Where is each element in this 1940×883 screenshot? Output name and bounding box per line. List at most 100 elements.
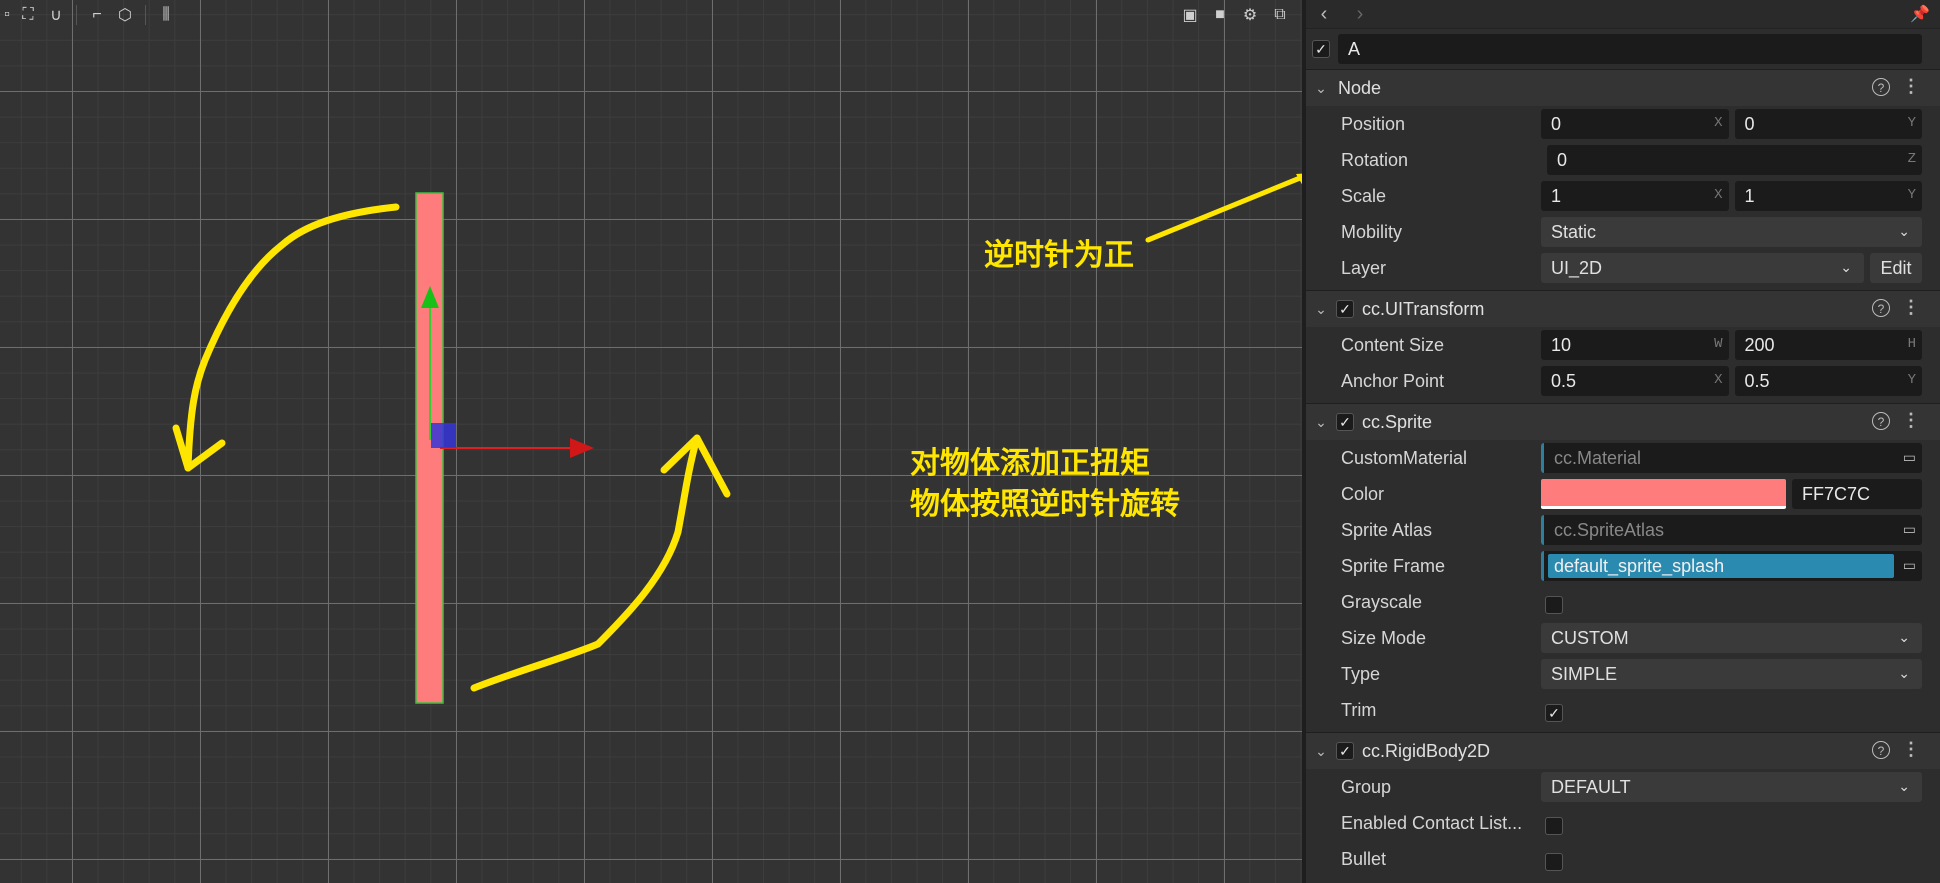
scale-label: Scale xyxy=(1341,185,1387,206)
sprite-frame-field[interactable]: default_sprite_splash ▭ xyxy=(1541,551,1922,581)
uitransform-section-title: cc.UITransform xyxy=(1362,298,1485,319)
sprite-frame-value: default_sprite_splash xyxy=(1554,555,1725,576)
back-arrow-icon[interactable]: ‹ xyxy=(1306,0,1342,28)
node-active-checkbox[interactable]: ✓ xyxy=(1312,40,1330,58)
enabled-contact-checkbox[interactable] xyxy=(1545,817,1563,835)
type-label: Type xyxy=(1341,663,1381,684)
group-select[interactable]: DEFAULT ⌄ xyxy=(1541,772,1922,802)
color-label: Color xyxy=(1341,483,1385,504)
scale-y-field[interactable]: 1Y xyxy=(1734,181,1922,211)
type-row: Type SIMPLE ⌄ xyxy=(1306,656,1940,692)
custom-material-label: CustomMaterial xyxy=(1341,447,1468,468)
custom-material-placeholder: cc.Material xyxy=(1554,447,1642,468)
content-size-w-field[interactable]: 10 W xyxy=(1541,330,1729,360)
more-menu-icon[interactable]: ⋮ xyxy=(1902,410,1920,431)
trim-row: Trim ✓ xyxy=(1306,692,1940,728)
chevron-down-icon[interactable]: ⌄ xyxy=(1306,414,1336,431)
asset-picker-icon[interactable]: ▭ xyxy=(1903,521,1916,538)
help-icon[interactable]: ? xyxy=(1872,741,1890,759)
rotation-z-field[interactable]: 0Z xyxy=(1547,145,1922,175)
chevron-down-icon[interactable]: ⌄ xyxy=(1306,743,1336,760)
scale-x-field[interactable]: 1X xyxy=(1541,181,1729,211)
axis-w-label: W xyxy=(1714,336,1723,352)
position-y-field[interactable]: 0Y xyxy=(1734,109,1922,139)
axis-x-label: X xyxy=(1714,187,1723,203)
gizmo-origin[interactable] xyxy=(431,423,456,448)
scene-settings-icon[interactable]: ⧉ xyxy=(1266,1,1294,29)
layer-select[interactable]: UI_2D ⌄ xyxy=(1541,253,1864,283)
chevron-down-icon: ⌄ xyxy=(1898,778,1910,794)
help-icon[interactable]: ? xyxy=(1872,299,1890,317)
axis-x-label: X xyxy=(1714,115,1723,131)
size-mode-select[interactable]: CUSTOM ⌄ xyxy=(1541,623,1922,653)
more-menu-icon[interactable]: ⋮ xyxy=(1902,297,1920,318)
color-row: Color FF7C7C xyxy=(1306,476,1940,512)
gizmo-x-arrow[interactable] xyxy=(570,438,594,458)
annotation-ccw-positive: 逆时针为正 xyxy=(984,238,1134,273)
grayscale-label: Grayscale xyxy=(1341,591,1423,612)
layer-edit-button[interactable]: Edit xyxy=(1870,253,1922,283)
bullet-checkbox[interactable] xyxy=(1545,853,1563,871)
chevron-down-icon[interactable]: ⌄ xyxy=(1306,301,1336,318)
2d-3d-toggle-icon[interactable]: ▣ xyxy=(1176,1,1204,29)
help-icon[interactable]: ? xyxy=(1872,412,1890,430)
anchor-x-field[interactable]: 0.5 X xyxy=(1541,366,1729,396)
node-name-row: ✓ A xyxy=(1306,29,1940,69)
chevron-down-icon[interactable]: ⌄ xyxy=(1306,80,1336,97)
help-icon[interactable]: ? xyxy=(1872,78,1890,96)
color-swatch[interactable] xyxy=(1541,479,1786,509)
node-section-header[interactable]: ⌄ Node ? ⋮ xyxy=(1306,69,1940,106)
align-icon[interactable]: ⫼ xyxy=(152,1,180,29)
group-value: DEFAULT xyxy=(1551,776,1631,797)
position-x-field[interactable]: 0X xyxy=(1541,109,1729,139)
sprite-frame-label: Sprite Frame xyxy=(1341,555,1446,576)
snap-magnet-icon[interactable]: ∪ xyxy=(42,1,70,29)
rect-tool-icon[interactable]: ▫ xyxy=(0,1,14,29)
more-menu-icon[interactable]: ⋮ xyxy=(1902,76,1920,97)
anchor-point-row: Anchor Point 0.5 X 0.5 Y xyxy=(1306,363,1940,399)
uitransform-enabled-checkbox[interactable]: ✓ xyxy=(1336,300,1354,318)
grayscale-checkbox[interactable] xyxy=(1545,596,1563,614)
content-size-h-field[interactable]: 200 H xyxy=(1734,330,1922,360)
trim-checkbox[interactable]: ✓ xyxy=(1545,704,1563,722)
more-menu-icon[interactable]: ⋮ xyxy=(1902,739,1920,760)
content-size-row: Content Size 10 W 200 H xyxy=(1306,327,1940,363)
asset-picker-icon[interactable]: ▭ xyxy=(1903,449,1916,466)
forward-arrow-icon[interactable]: › xyxy=(1342,0,1378,28)
ccw-arrow-left-head xyxy=(172,424,226,472)
node-name-input[interactable]: A xyxy=(1338,34,1922,64)
scene-toolbar-left: ▫ ⛶ ∪ ⌐ ⬡ ⫼ xyxy=(0,0,180,30)
custom-material-field[interactable]: cc.Material ▭ xyxy=(1541,443,1922,473)
sprite-atlas-field[interactable]: cc.SpriteAtlas ▭ xyxy=(1541,515,1922,545)
sprite-atlas-placeholder: cc.SpriteAtlas xyxy=(1554,519,1665,540)
transform-tool-icon[interactable]: ⛶ xyxy=(14,1,42,29)
asset-picker-icon[interactable]: ▭ xyxy=(1903,557,1916,574)
axis-y-label: Y xyxy=(1907,115,1916,131)
camera-icon[interactable]: ■ xyxy=(1206,1,1234,29)
pivot-icon[interactable]: ⌐ xyxy=(83,1,111,29)
rigidbody-enabled-checkbox[interactable]: ✓ xyxy=(1336,742,1354,760)
sprite-section-header[interactable]: ⌄ ✓ cc.Sprite ? ⋮ xyxy=(1306,403,1940,440)
chevron-down-icon: ⌄ xyxy=(1898,223,1910,239)
axis-x-label: X xyxy=(1714,372,1723,388)
position-row: Position 0X 0Y xyxy=(1306,106,1940,142)
cube-icon[interactable]: ⬡ xyxy=(111,1,139,29)
group-row: Group DEFAULT ⌄ xyxy=(1306,769,1940,805)
color-hex-field[interactable]: FF7C7C xyxy=(1792,479,1922,509)
uitransform-section-header[interactable]: ⌄ ✓ cc.UITransform ? ⋮ xyxy=(1306,290,1940,327)
sprite-enabled-checkbox[interactable]: ✓ xyxy=(1336,413,1354,431)
mobility-select[interactable]: Static ⌄ xyxy=(1541,217,1922,247)
sprite-atlas-label: Sprite Atlas xyxy=(1341,519,1433,540)
pin-icon[interactable]: 📌 xyxy=(1910,4,1930,24)
type-select[interactable]: SIMPLE ⌄ xyxy=(1541,659,1922,689)
inspector-header: ‹ › 📌 xyxy=(1306,0,1940,29)
enabled-contact-row: Enabled Contact List... xyxy=(1306,805,1940,841)
scene-toolbar-right: ▣ ■ ⚙ ⧉ xyxy=(1176,0,1294,30)
content-size-label: Content Size xyxy=(1341,334,1445,355)
gear-icon[interactable]: ⚙ xyxy=(1236,1,1264,29)
anchor-y-field[interactable]: 0.5 Y xyxy=(1734,366,1922,396)
position-label: Position xyxy=(1341,113,1406,134)
rigidbody-section-header[interactable]: ⌄ ✓ cc.RigidBody2D ? ⋮ xyxy=(1306,732,1940,769)
sprite-section-title: cc.Sprite xyxy=(1362,411,1433,432)
layer-label: Layer xyxy=(1341,257,1387,278)
